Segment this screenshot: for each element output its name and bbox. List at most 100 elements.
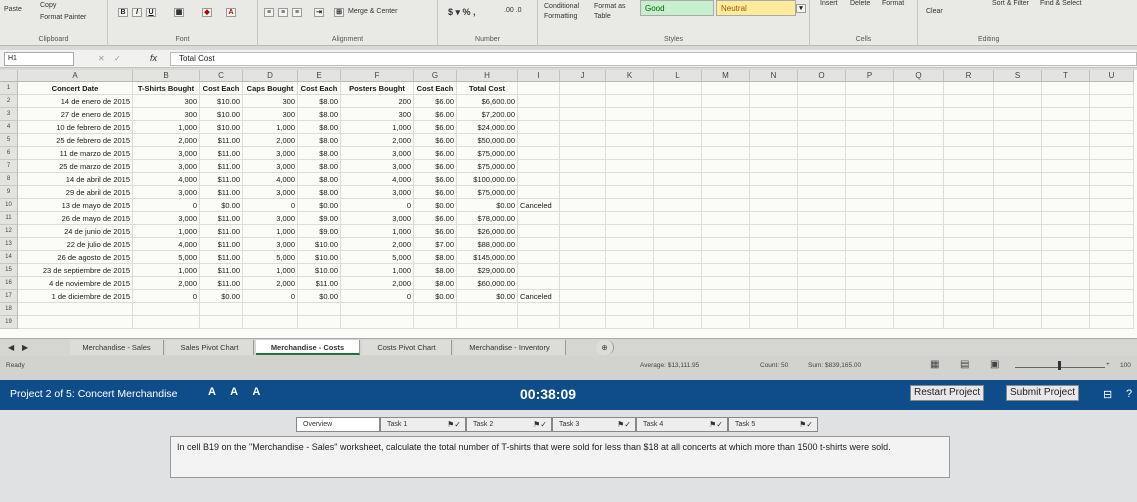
cell-c10[interactable]: $0.00: [200, 199, 243, 212]
cell-q16[interactable]: [894, 277, 944, 290]
cell-f11[interactable]: 3,000: [341, 212, 414, 225]
cell-c16[interactable]: $11.00: [200, 277, 243, 290]
cell-n11[interactable]: [750, 212, 798, 225]
row-header[interactable]: 15: [0, 264, 18, 277]
cell-k18[interactable]: [606, 303, 654, 316]
cell-e2[interactable]: $8.00: [298, 95, 341, 108]
cell-s13[interactable]: [994, 238, 1042, 251]
cell-r9[interactable]: [944, 186, 994, 199]
cell-t11[interactable]: [1042, 212, 1090, 225]
cell-o4[interactable]: [798, 121, 846, 134]
cell-f12[interactable]: 1,000: [341, 225, 414, 238]
cell-a9[interactable]: 29 de abril de 2015: [18, 186, 133, 199]
cell-g5[interactable]: $6.00: [414, 134, 457, 147]
cell-g17[interactable]: $0.00: [414, 290, 457, 303]
cell-d10[interactable]: 0: [243, 199, 298, 212]
select-all-corner[interactable]: [0, 70, 18, 82]
cell-a12[interactable]: 24 de junio de 2015: [18, 225, 133, 238]
cell-b4[interactable]: 1,000: [133, 121, 200, 134]
cell-n6[interactable]: [750, 147, 798, 160]
cell-h1[interactable]: Total Cost: [457, 82, 518, 95]
cell-e13[interactable]: $10.00: [298, 238, 341, 251]
cell-a13[interactable]: 22 de julio de 2015: [18, 238, 133, 251]
cell-p3[interactable]: [846, 108, 894, 121]
cell-p17[interactable]: [846, 290, 894, 303]
cell-i12[interactable]: [518, 225, 560, 238]
align-center-icon[interactable]: ≡: [278, 8, 288, 17]
cell-t16[interactable]: [1042, 277, 1090, 290]
cell-u2[interactable]: [1090, 95, 1134, 108]
cell-u5[interactable]: [1090, 134, 1134, 147]
row-header[interactable]: 14: [0, 251, 18, 264]
cell-p11[interactable]: [846, 212, 894, 225]
cell-n8[interactable]: [750, 173, 798, 186]
cell-i15[interactable]: [518, 264, 560, 277]
cell-c17[interactable]: $0.00: [200, 290, 243, 303]
cell-s5[interactable]: [994, 134, 1042, 147]
column-header-u[interactable]: U: [1090, 70, 1134, 82]
cell-d18[interactable]: [243, 303, 298, 316]
bold-button[interactable]: B: [118, 8, 128, 17]
cell-p1[interactable]: [846, 82, 894, 95]
align-right-icon[interactable]: ≡: [292, 8, 302, 17]
cell-s3[interactable]: [994, 108, 1042, 121]
column-header-p[interactable]: P: [846, 70, 894, 82]
cell-k11[interactable]: [606, 212, 654, 225]
cell-j19[interactable]: [560, 316, 606, 329]
add-sheet-icon[interactable]: ⊕: [596, 340, 614, 355]
task-tab[interactable]: Task 3 ⚑✓: [552, 417, 636, 432]
cell-m13[interactable]: [702, 238, 750, 251]
cell-s7[interactable]: [994, 160, 1042, 173]
styles-more-icon[interactable]: ▾: [796, 4, 806, 13]
cell-k17[interactable]: [606, 290, 654, 303]
cell-a4[interactable]: 10 de febrero de 2015: [18, 121, 133, 134]
cell-m3[interactable]: [702, 108, 750, 121]
cell-i14[interactable]: [518, 251, 560, 264]
cell-n17[interactable]: [750, 290, 798, 303]
cell-l3[interactable]: [654, 108, 702, 121]
spreadsheet-grid[interactable]: A B C D E F G H I J K L M N O P Q R S T U 1 Concert Date T-Shir…: [0, 70, 1137, 338]
cell-m7[interactable]: [702, 160, 750, 173]
cell-o5[interactable]: [798, 134, 846, 147]
cell-u13[interactable]: [1090, 238, 1134, 251]
underline-button[interactable]: U: [146, 8, 156, 17]
normal-view-icon[interactable]: ▦: [930, 359, 939, 370]
cell-u8[interactable]: [1090, 173, 1134, 186]
cell-e6[interactable]: $8.00: [298, 147, 341, 160]
cell-q9[interactable]: [894, 186, 944, 199]
cell-s18[interactable]: [994, 303, 1042, 316]
cell-p8[interactable]: [846, 173, 894, 186]
cell-h12[interactable]: $26,000.00: [457, 225, 518, 238]
cell-k2[interactable]: [606, 95, 654, 108]
cell-o16[interactable]: [798, 277, 846, 290]
cell-o7[interactable]: [798, 160, 846, 173]
cell-s17[interactable]: [994, 290, 1042, 303]
cell-m12[interactable]: [702, 225, 750, 238]
cell-a14[interactable]: 26 de agosto de 2015: [18, 251, 133, 264]
cell-c15[interactable]: $11.00: [200, 264, 243, 277]
cell-l14[interactable]: [654, 251, 702, 264]
cell-k19[interactable]: [606, 316, 654, 329]
cell-a1[interactable]: Concert Date: [18, 82, 133, 95]
cell-u17[interactable]: [1090, 290, 1134, 303]
cell-k3[interactable]: [606, 108, 654, 121]
cell-q17[interactable]: [894, 290, 944, 303]
cell-q19[interactable]: [894, 316, 944, 329]
cell-f14[interactable]: 5,000: [341, 251, 414, 264]
row-header[interactable]: 9: [0, 186, 18, 199]
row-header[interactable]: 7: [0, 160, 18, 173]
column-header-g[interactable]: G: [414, 70, 457, 82]
cell-h3[interactable]: $7,200.00: [457, 108, 518, 121]
cell-b3[interactable]: 300: [133, 108, 200, 121]
cell-f7[interactable]: 3,000: [341, 160, 414, 173]
cell-t1[interactable]: [1042, 82, 1090, 95]
cell-b12[interactable]: 1,000: [133, 225, 200, 238]
cell-l13[interactable]: [654, 238, 702, 251]
cell-t14[interactable]: [1042, 251, 1090, 264]
sheet-tab[interactable]: Merchandise - Inventory: [454, 340, 566, 355]
cell-a15[interactable]: 23 de septiembre de 2015: [18, 264, 133, 277]
cell-h10[interactable]: $0.00: [457, 199, 518, 212]
cell-q7[interactable]: [894, 160, 944, 173]
cell-e15[interactable]: $10.00: [298, 264, 341, 277]
align-left-icon[interactable]: ≡: [264, 8, 274, 17]
